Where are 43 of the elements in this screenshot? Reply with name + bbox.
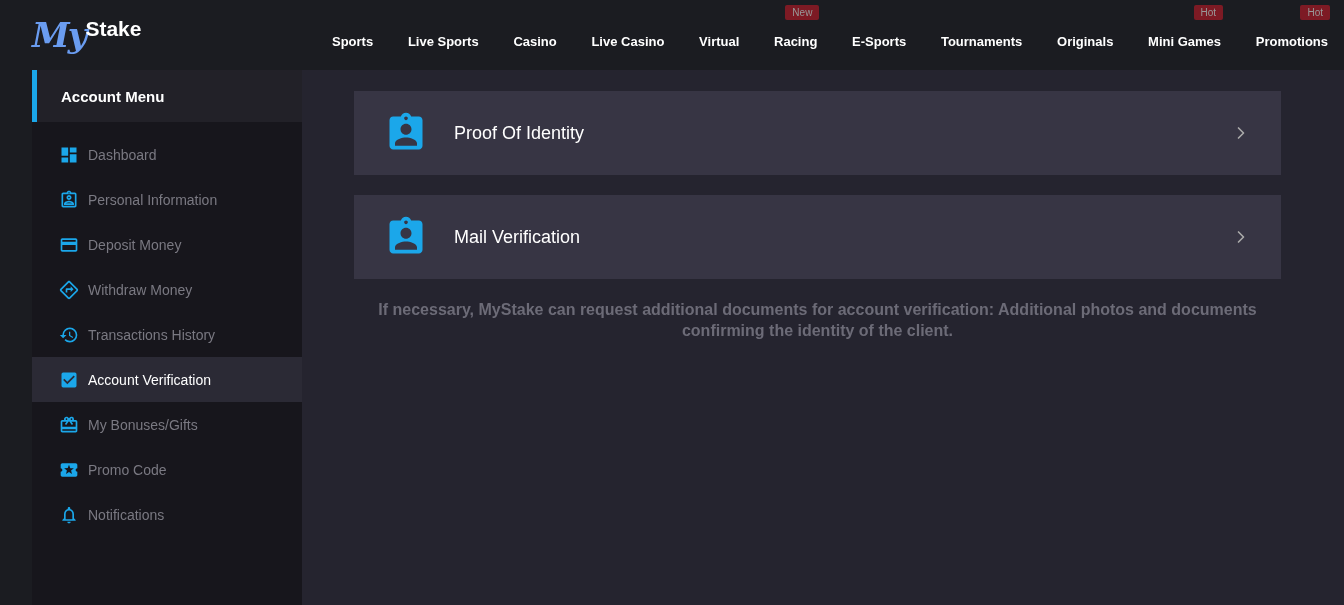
nav-link[interactable]: Originals [1057, 34, 1114, 49]
sidebar-title: Account Menu [61, 87, 165, 105]
verification-card[interactable]: Proof Of Identity [354, 91, 1281, 175]
nav-badge: New [785, 5, 820, 20]
sidebar-item[interactable]: Deposit Money [32, 222, 302, 267]
nav-link[interactable]: Promotions [1255, 34, 1328, 49]
sidebar-item-label: Account Verification [88, 371, 211, 388]
sidebar-item[interactable]: Transactions History [32, 312, 302, 357]
sidebar-item-label: Promo Code [88, 461, 167, 478]
bell-icon [59, 504, 79, 525]
sidebar-item-label: Personal Information [88, 191, 218, 208]
sidebar-item-label: Withdraw Money [88, 281, 193, 298]
nav-link[interactable]: Virtual [699, 34, 740, 49]
logo-script: My [32, 15, 86, 55]
sidebar-item-label: Deposit Money [88, 236, 182, 253]
nav-link[interactable]: Live Casino [591, 34, 665, 49]
sidebar-item[interactable]: My Bonuses/Gifts [32, 402, 302, 447]
sidebar-item[interactable]: Account Verification [32, 357, 302, 402]
nav-link[interactable]: Sports [332, 34, 374, 49]
verification-note: If necessary, MyStake can request additional documents for account verification: Additional photos and documents confirming the identity of the client. [377, 300, 1258, 341]
nav-link[interactable]: Tournaments [940, 34, 1023, 49]
sidebar-item-label: Dashboard [88, 146, 157, 163]
verification-card[interactable]: Mail Verification [354, 195, 1281, 279]
nav-link[interactable]: E-Sports [852, 34, 907, 49]
sidebar-item-label: Transactions History [88, 326, 216, 343]
nav-link[interactable]: Mini Games [1148, 34, 1222, 49]
nav-link[interactable]: Racing [774, 34, 818, 49]
nav-link[interactable]: Live Sports [407, 34, 479, 49]
sidebar-item[interactable]: Personal Information [32, 177, 302, 222]
direction-icon [59, 279, 79, 300]
nav-badge: Hot [1300, 5, 1330, 20]
nav-link[interactable]: Casino [513, 34, 557, 49]
verification-card-label: Proof Of Identity [454, 122, 586, 144]
verification-card-label: Mail Verification [454, 226, 582, 248]
badge-icon [59, 189, 79, 210]
nav-badge: Hot [1193, 5, 1224, 20]
sidebar-item[interactable]: Withdraw Money [32, 267, 302, 312]
sidebar-item[interactable]: Dashboard [32, 132, 302, 177]
gift-icon [59, 414, 79, 435]
sidebar-item-label: Notifications [88, 506, 165, 523]
sidebar-item[interactable]: Promo Code [32, 447, 302, 492]
sidebar-item[interactable]: Notifications [32, 492, 302, 537]
sidebar-item-label: My Bonuses/Gifts [88, 416, 198, 433]
